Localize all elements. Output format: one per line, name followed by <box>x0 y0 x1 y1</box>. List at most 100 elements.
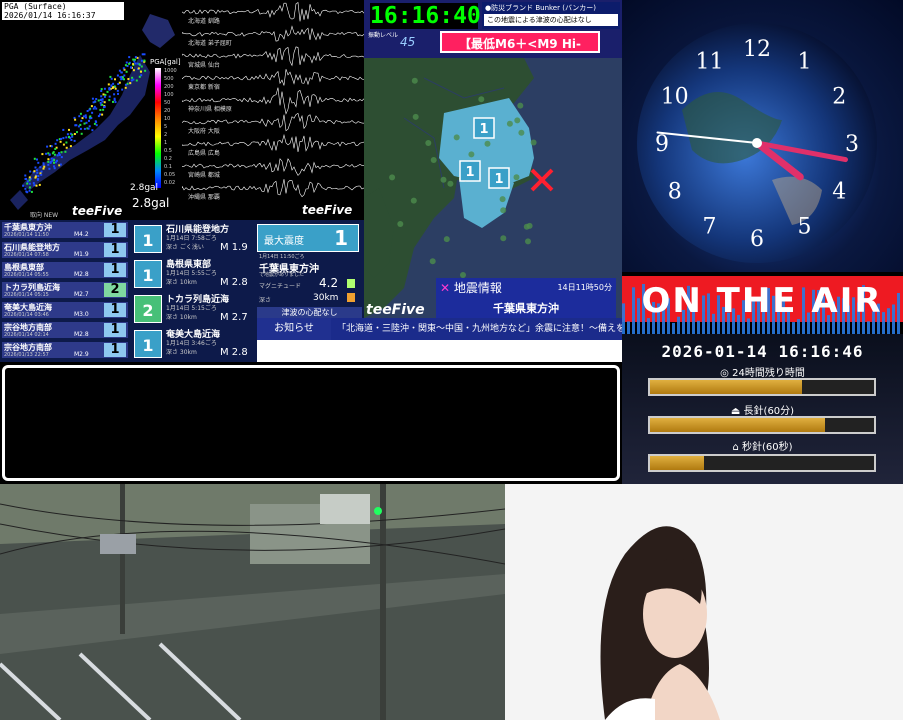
minute-fill <box>650 418 825 432</box>
clock-numeral: 12 <box>743 37 771 62</box>
pga-scale-tick: 1 <box>164 140 168 146</box>
quake-row-magnitude: M3.0 <box>74 311 89 318</box>
quake-row-magnitude: M4.2 <box>74 231 89 238</box>
magnitude-value: 4.2 <box>319 276 339 290</box>
intensity-badge: 1 <box>134 225 162 253</box>
pga-scale-tick: 5 <box>164 124 168 130</box>
quake-row-intensity: 1 <box>104 223 126 237</box>
clock-numeral: 5 <box>798 214 812 239</box>
quake-row-magnitude: M2.8 <box>74 271 89 278</box>
quake-row-magnitude: M2.9 <box>74 351 89 358</box>
max-intensity-label: 最大震度 <box>264 236 304 247</box>
quake-list-row[interactable]: 千葉県東方沖 2026/01/14 11:50 M4.2 1 <box>2 222 128 238</box>
day-remaining-bar <box>648 378 876 396</box>
intensity-badge: 1 <box>134 330 162 358</box>
quake-list-brand: teeFive <box>72 204 123 218</box>
max-intensity-value: 1 <box>334 226 348 250</box>
quake-detail-item[interactable]: 1 石川県能登地方 1月14日 7:58ごろ 深さ ごく浅い M 1.9 <box>132 222 256 256</box>
clock-numeral: 11 <box>696 50 724 75</box>
clock-numeral: 4 <box>832 180 846 205</box>
quake-info-title: 地震情報 <box>453 281 502 295</box>
waveform-station-label: 沖縄県 那覇 <box>188 194 220 201</box>
detail-depth: 深さ 10km <box>166 314 197 321</box>
street-scene <box>0 484 505 720</box>
quake-info-title-row: ✕ 地震情報 <box>440 279 502 296</box>
quake-row-intensity: 2 <box>104 283 126 297</box>
detail-magnitude: M 2.8 <box>220 347 248 358</box>
quake-detail-item[interactable]: 2 トカラ列島近海 1月14日 5:15ごろ 深さ 10km M 2.7 <box>132 292 256 326</box>
intensity-badge: 1 <box>134 260 162 288</box>
waveform-station-label: 大阪府 大阪 <box>188 128 220 135</box>
news-ticker: お知らせ 「北海道・三陸沖・関東～中国・九州地方など」余震に注意！～備えを～ <box>257 318 634 340</box>
quake-detail-item[interactable]: 1 奄美大島近海 1月14日 3:46ごろ 深さ 30km M 2.8 <box>132 327 256 361</box>
pga-color-scale <box>155 68 161 188</box>
live-camera-feed <box>0 484 505 720</box>
max-intensity-panel: 最大震度 1 1月14日 11:50ごろ 千葉県東方沖 で地震がありました マグ… <box>257 220 364 318</box>
quake-list-header: 取向 NEW <box>30 212 59 219</box>
waveform-station-label: 北海道 弟子屈町 <box>188 40 232 47</box>
waveform-panel: 北海道 釧路 北海道 弟子屈町 宮城県 仙台 東京都 新宿 神奈川県 相模原 大阪府 大阪… <box>182 0 364 220</box>
tsunami-status: 津波の心配なし <box>257 307 362 318</box>
analog-clock: 12 12 3 45 6 78 9 10 11 <box>637 23 877 263</box>
svg-text:1: 1 <box>494 172 503 187</box>
depth-indicator <box>347 293 355 302</box>
waveform-station-label: 広島県 広島 <box>188 150 220 157</box>
quake-list-row[interactable]: トカラ列島近海 2026/01/14 05:15 M2.7 2 <box>2 282 128 298</box>
pga-scale-tick: 2 <box>164 132 168 138</box>
pga-scale-tick: 100 <box>164 92 174 98</box>
detail-time: 1月14日 3:46ごろ <box>166 340 217 347</box>
depth-label: 深さ <box>259 297 272 304</box>
building-icon: ⌂ <box>732 442 739 453</box>
quake-row-intensity: 1 <box>104 343 126 357</box>
quake-list-row[interactable]: 島根県東部 2026/01/14 05:55 M2.8 1 <box>2 262 128 278</box>
quake-detail-item[interactable]: 1 島根県東部 1月14日 5:55ごろ 深さ 10km M 2.8 <box>132 257 256 291</box>
minute-bar <box>648 416 876 434</box>
pga-scale-tick: 50 <box>164 100 171 106</box>
pga-scale-tick: 0.5 <box>164 148 172 154</box>
pga-value-small: 2.8gal <box>130 183 159 193</box>
clock-numeral: 10 <box>661 85 689 110</box>
datetime-display: 2026-01-14 16:16:46 <box>661 342 864 361</box>
second-fill <box>650 456 704 470</box>
intensity-marker-2: 1 <box>459 160 481 182</box>
quake-row-magnitude: M1.9 <box>74 251 89 258</box>
quake-list-row[interactable]: 宗谷地方南部 2026/01/13 22:57 M2.9 1 <box>2 342 128 358</box>
detail-depth: 深さ 30km <box>166 349 197 356</box>
map-brand: teeFive <box>366 302 425 318</box>
quake-row-date: 2026/01/14 07:58 <box>4 252 49 258</box>
on-air-panel: ON THE AIR <box>622 272 903 334</box>
waveform-station-label: 宮城県 仙台 <box>188 62 220 69</box>
quake-row-intensity: 1 <box>104 243 126 257</box>
news-label: お知らせ <box>257 318 331 340</box>
waveform-station-label: 北海道 釧路 <box>188 18 220 25</box>
bar3-label-text: 秒針(60秒) <box>742 442 793 453</box>
ticker-blank <box>257 340 622 362</box>
clock-numeral: 7 <box>703 214 717 239</box>
news-text: 「北海道・三陸沖・関東～中国・九州地方など」余震に注意！～備えを～ <box>337 324 635 334</box>
depth-value: 30km <box>313 293 339 303</box>
max-intensity-sub: で地震がありました <box>259 272 305 278</box>
quake-list-row[interactable]: 宗谷地方南部 2026/01/14 02:14 M2.8 1 <box>2 322 128 338</box>
portrait-image <box>505 484 903 720</box>
quake-list-row[interactable]: 石川県能登地方 2026/01/14 07:58 M1.9 1 <box>2 242 128 258</box>
waveform-station-label: 神奈川県 相模原 <box>188 106 232 113</box>
shake-level-label: 振動レベル <box>368 32 399 39</box>
clock-center <box>752 138 762 148</box>
pga-scale-title: PGA[gal] <box>150 58 181 66</box>
second-bar <box>648 454 876 472</box>
detail-time: 1月14日 5:15ごろ <box>166 305 217 312</box>
bar2-label: ⏏ 長針(60分) <box>622 402 903 417</box>
notice-line2: この地震による津波の心配はなし <box>484 14 618 26</box>
pga-scale-tick: 500 <box>164 76 174 82</box>
waveform-station-label: 宮崎県 都城 <box>188 172 220 179</box>
clock-numeral: 2 <box>832 85 846 110</box>
quake-row-magnitude: M2.8 <box>74 331 89 338</box>
magnitude-indicator <box>347 279 355 288</box>
detail-depth: 深さ ごく浅い <box>166 244 204 251</box>
clock-numeral: 9 <box>655 132 669 157</box>
pga-scale-tick: 0.1 <box>164 164 172 170</box>
pga-scale-tick: 0.02 <box>164 180 176 186</box>
quake-list-row[interactable]: 奄美大島近海 2026/01/14 03:46 M3.0 1 <box>2 302 128 318</box>
x-icon: ✕ <box>440 281 451 295</box>
clock-numeral: 8 <box>668 180 682 205</box>
